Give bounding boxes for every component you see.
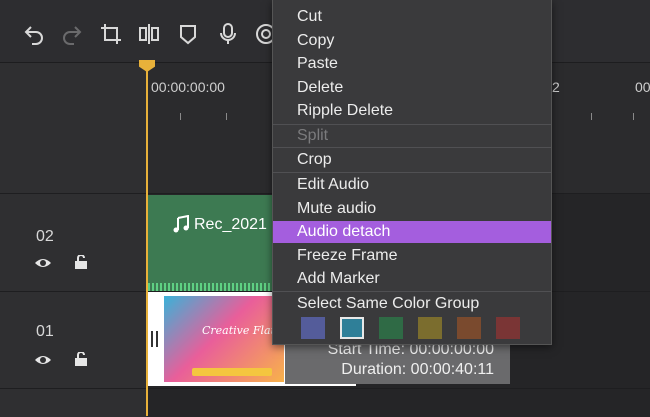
tooltip-duration: Duration: 00:00:40:11: [341, 361, 494, 378]
menu-item-crop[interactable]: Crop: [273, 149, 551, 171]
ruler-time-start: 00:00:00:00: [151, 79, 225, 95]
menu-item-split[interactable]: Split: [273, 125, 551, 147]
audio-waveform: [148, 283, 274, 291]
clip-trim-handle[interactable]: [150, 330, 160, 348]
music-note-icon: [172, 214, 190, 233]
menu-item-paste[interactable]: Paste: [273, 53, 551, 75]
crop-icon[interactable]: [99, 22, 123, 46]
menu-item-freeze-frame[interactable]: Freeze Frame: [273, 245, 551, 267]
color-swatch-olive[interactable]: [418, 317, 442, 339]
track-header-empty: [0, 388, 147, 417]
ruler-tick: [633, 113, 634, 120]
menu-item-ripple-delete[interactable]: Ripple Delete: [273, 100, 551, 122]
menu-item-cut[interactable]: Cut: [273, 6, 551, 28]
menu-item-copy[interactable]: Copy: [273, 30, 551, 52]
track-lane-empty: [147, 388, 650, 417]
context-menu: Cut Copy Paste Delete Ripple Delete Spli…: [272, 0, 552, 345]
track-header-02: 02: [0, 193, 147, 292]
menu-item-delete[interactable]: Delete: [273, 77, 551, 99]
split-icon[interactable]: [137, 22, 161, 46]
undo-icon[interactable]: [22, 22, 46, 46]
playhead[interactable]: [146, 70, 148, 416]
video-thumbnail: Creative Flat: [164, 296, 284, 382]
ruler-tick: [180, 113, 181, 120]
menu-separator: [273, 147, 551, 148]
thumbnail-bar: [192, 368, 272, 376]
menu-item-select-same-color-group[interactable]: Select Same Color Group: [273, 293, 551, 315]
audio-clip[interactable]: Rec_2021: [148, 195, 274, 291]
track-number: 01: [36, 323, 54, 340]
track-number: 02: [36, 228, 54, 245]
unlock-icon[interactable]: [72, 255, 90, 269]
microphone-icon[interactable]: [216, 22, 240, 46]
color-swatch-brown[interactable]: [457, 317, 481, 339]
track-header-01: 01: [0, 291, 147, 389]
color-swatch-teal[interactable]: [340, 317, 364, 339]
menu-item-add-marker[interactable]: Add Marker: [273, 268, 551, 290]
menu-separator: [273, 172, 551, 173]
color-swatch-blue[interactable]: [301, 317, 325, 339]
color-swatch-green[interactable]: [379, 317, 403, 339]
menu-item-mute-audio[interactable]: Mute audio: [273, 198, 551, 220]
marker-icon[interactable]: [176, 22, 200, 46]
menu-separator: [273, 291, 551, 292]
ruler-tick: [226, 113, 227, 120]
ruler-tick: [591, 113, 592, 120]
menu-item-audio-detach[interactable]: Audio detach: [273, 221, 551, 243]
ruler-time-edge: 00: [635, 79, 650, 95]
eye-icon[interactable]: [34, 256, 52, 270]
menu-item-edit-audio[interactable]: Edit Audio: [273, 174, 551, 196]
thumbnail-text: Creative Flat: [202, 324, 276, 337]
unlock-icon[interactable]: [72, 352, 90, 366]
ruler-time-fragment: 2: [552, 79, 560, 95]
redo-icon[interactable]: [60, 22, 84, 46]
audio-clip-title: Rec_2021: [194, 216, 267, 233]
ruler-header: [0, 63, 147, 193]
eye-icon[interactable]: [34, 353, 52, 367]
color-swatch-red[interactable]: [496, 317, 520, 339]
